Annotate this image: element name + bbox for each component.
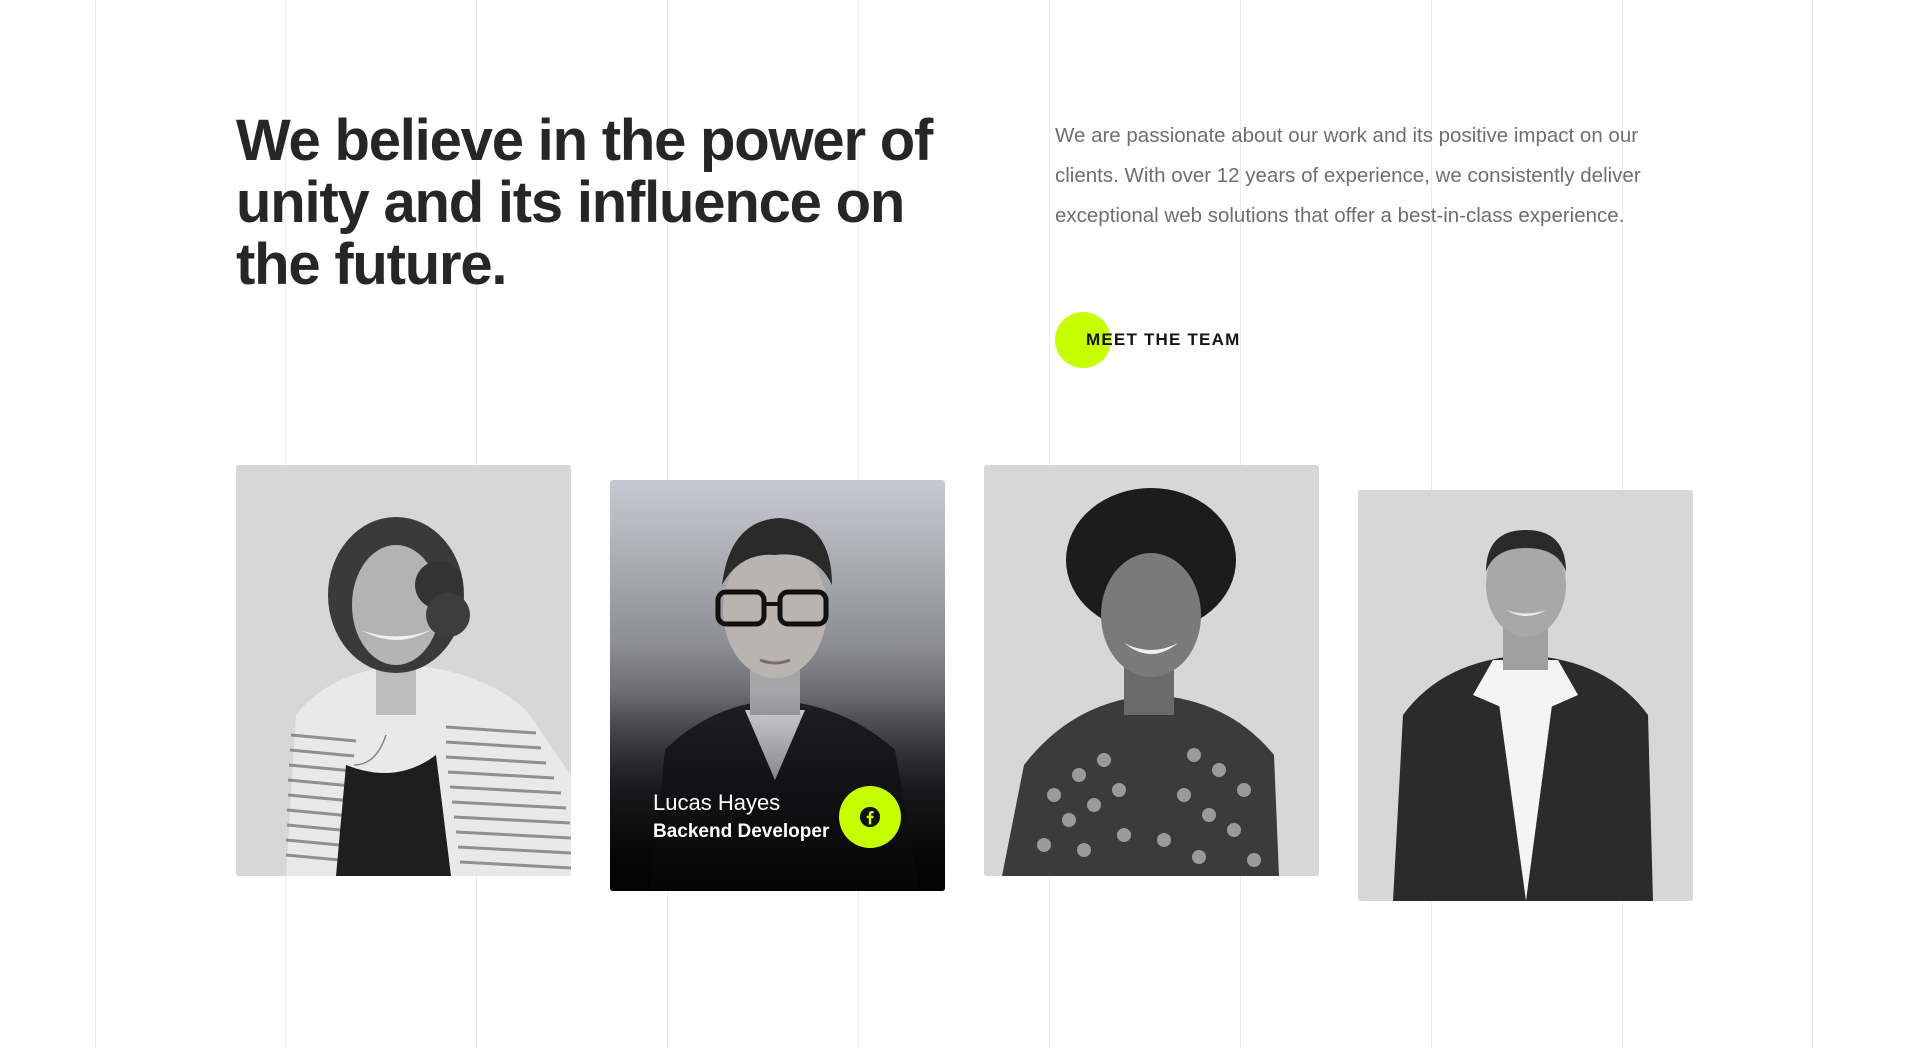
man-suit-portrait (1358, 490, 1693, 901)
team-member-card[interactable] (1358, 490, 1693, 901)
member-name: Lucas Hayes (653, 790, 781, 815)
team-member-card[interactable] (236, 465, 571, 876)
woman-curly-hair-portrait (236, 465, 571, 876)
grid-line (1812, 0, 1813, 1048)
meet-the-team-button[interactable]: MEET THE TEAM (1055, 312, 1240, 368)
team-member-card[interactable] (984, 465, 1319, 876)
woman-afro-portrait (984, 465, 1319, 876)
facebook-icon (859, 806, 881, 828)
member-role: Backend Developer (653, 821, 830, 842)
team-member-card-active[interactable]: Lucas Hayes Backend Developer (610, 480, 945, 891)
page-headline: We believe in the power of unity and its… (236, 108, 933, 297)
intro-paragraph: We are passionate about our work and its… (1055, 124, 1641, 227)
cta-label: MEET THE TEAM (1086, 330, 1241, 349)
facebook-button[interactable] (839, 786, 901, 848)
member-info: Lucas Hayes Backend Developer (653, 789, 829, 847)
grid-line (95, 0, 96, 1048)
